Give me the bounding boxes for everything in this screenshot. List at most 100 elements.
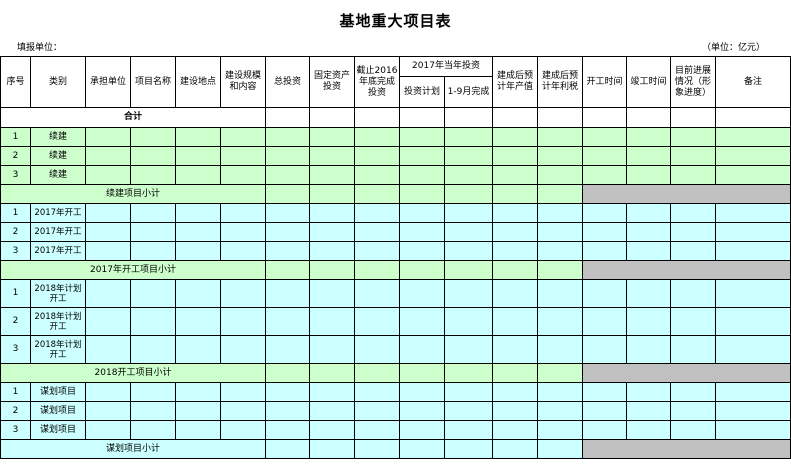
table-cell[interactable] — [309, 127, 355, 147]
table-cell[interactable] — [85, 165, 131, 185]
table-cell[interactable] — [265, 307, 310, 336]
table-cell[interactable] — [492, 420, 538, 440]
table-cell[interactable] — [537, 420, 583, 440]
table-cell[interactable] — [354, 260, 400, 280]
table-cell[interactable] — [85, 146, 131, 166]
table-cell[interactable] — [265, 127, 310, 147]
table-cell[interactable] — [354, 107, 400, 128]
table-cell[interactable] — [85, 279, 131, 308]
table-cell[interactable] — [265, 260, 310, 280]
table-cell[interactable] — [582, 127, 627, 147]
table-cell[interactable] — [492, 279, 538, 308]
table-cell[interactable] — [85, 222, 131, 242]
table-cell[interactable] — [175, 165, 221, 185]
table-cell[interactable] — [85, 241, 131, 261]
table-cell[interactable] — [492, 439, 538, 459]
table-cell[interactable] — [85, 401, 131, 421]
table-cell[interactable] — [354, 363, 400, 383]
table-cell[interactable] — [444, 260, 493, 280]
table-cell[interactable] — [670, 335, 716, 364]
table-cell[interactable] — [265, 335, 310, 364]
table-cell[interactable] — [309, 203, 355, 223]
table-cell[interactable] — [670, 203, 716, 223]
table-cell[interactable] — [670, 401, 716, 421]
table-cell[interactable] — [354, 382, 400, 402]
table-cell[interactable] — [715, 107, 791, 128]
table-cell[interactable] — [537, 203, 583, 223]
table-cell[interactable] — [492, 203, 538, 223]
table-cell[interactable] — [399, 279, 445, 308]
table-cell[interactable] — [626, 203, 671, 223]
table-cell[interactable] — [444, 146, 493, 166]
table-cell[interactable] — [537, 127, 583, 147]
table-cell[interactable] — [309, 439, 355, 459]
table-cell[interactable] — [670, 107, 716, 128]
table-cell[interactable] — [444, 127, 493, 147]
table-cell[interactable] — [715, 401, 791, 421]
table-cell[interactable] — [715, 222, 791, 242]
table-cell[interactable] — [626, 420, 671, 440]
table-cell[interactable] — [537, 241, 583, 261]
table-cell[interactable] — [265, 439, 310, 459]
table-cell[interactable] — [626, 335, 671, 364]
table-cell[interactable] — [130, 146, 176, 166]
table-cell[interactable] — [492, 165, 538, 185]
table-cell[interactable] — [399, 107, 445, 128]
table-cell[interactable] — [444, 439, 493, 459]
table-cell[interactable] — [582, 401, 627, 421]
table-cell[interactable] — [175, 241, 221, 261]
table-cell[interactable] — [399, 401, 445, 421]
table-cell[interactable] — [130, 382, 176, 402]
table-cell[interactable] — [670, 146, 716, 166]
table-cell[interactable] — [399, 203, 445, 223]
table-cell[interactable] — [537, 382, 583, 402]
table-cell[interactable] — [265, 279, 310, 308]
table-cell[interactable] — [444, 165, 493, 185]
table-cell[interactable] — [715, 146, 791, 166]
table-cell[interactable] — [582, 107, 627, 128]
table-cell[interactable] — [670, 127, 716, 147]
table-cell[interactable] — [715, 382, 791, 402]
table-cell[interactable] — [492, 107, 538, 128]
table-cell[interactable] — [626, 279, 671, 308]
table-cell[interactable] — [399, 307, 445, 336]
table-cell[interactable] — [582, 420, 627, 440]
table-cell[interactable] — [85, 335, 131, 364]
table-cell[interactable] — [626, 401, 671, 421]
table-cell[interactable] — [715, 241, 791, 261]
table-cell[interactable] — [220, 203, 266, 223]
table-cell[interactable] — [444, 107, 493, 128]
table-cell[interactable] — [220, 335, 266, 364]
table-cell[interactable] — [492, 222, 538, 242]
table-cell[interactable] — [626, 127, 671, 147]
table-cell[interactable] — [715, 279, 791, 308]
table-cell[interactable] — [175, 335, 221, 364]
table-cell[interactable] — [354, 184, 400, 204]
table-cell[interactable] — [537, 184, 583, 204]
table-cell[interactable] — [399, 165, 445, 185]
table-cell[interactable] — [265, 184, 310, 204]
table-cell[interactable] — [715, 307, 791, 336]
table-cell[interactable] — [265, 401, 310, 421]
table-cell[interactable] — [130, 420, 176, 440]
table-cell[interactable] — [130, 203, 176, 223]
table-cell[interactable] — [492, 335, 538, 364]
table-cell[interactable] — [309, 146, 355, 166]
table-cell[interactable] — [582, 279, 627, 308]
table-cell[interactable] — [354, 203, 400, 223]
table-cell[interactable] — [85, 420, 131, 440]
table-cell[interactable] — [309, 420, 355, 440]
table-cell[interactable] — [220, 165, 266, 185]
table-cell[interactable] — [399, 222, 445, 242]
table-cell[interactable] — [399, 127, 445, 147]
table-cell[interactable] — [175, 382, 221, 402]
table-cell[interactable] — [85, 127, 131, 147]
table-cell[interactable] — [399, 260, 445, 280]
table-cell[interactable] — [537, 146, 583, 166]
table-cell[interactable] — [175, 307, 221, 336]
table-cell[interactable] — [354, 146, 400, 166]
table-cell[interactable] — [354, 401, 400, 421]
table-cell[interactable] — [444, 279, 493, 308]
table-cell[interactable] — [444, 307, 493, 336]
table-cell[interactable] — [399, 241, 445, 261]
